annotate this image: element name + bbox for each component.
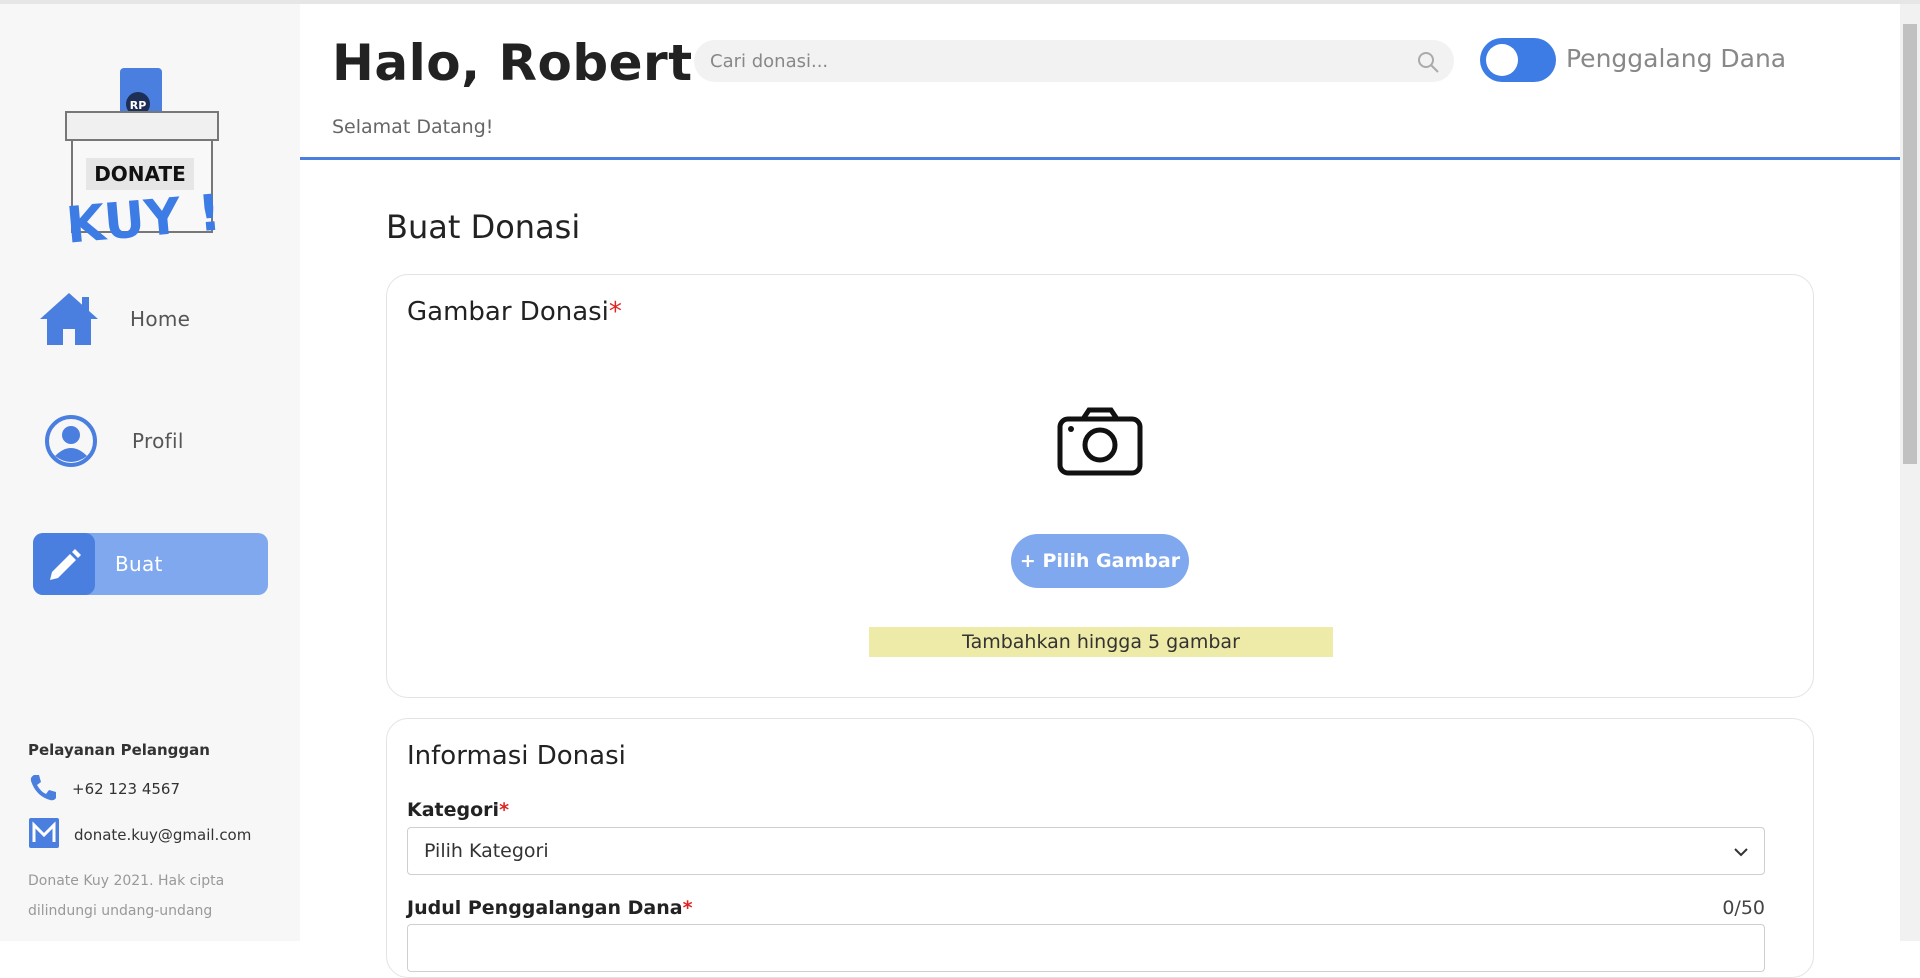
image-card: Gambar Donasi* + Pilih Gambar Tambahkan … — [386, 274, 1814, 698]
image-card-title: Gambar Donasi* — [407, 297, 622, 327]
category-select[interactable]: Pilih Kategori — [407, 827, 1765, 875]
phone-icon — [28, 772, 58, 806]
required-mark: * — [682, 897, 693, 919]
home-icon — [38, 288, 100, 350]
welcome-text: Selamat Datang! — [332, 116, 494, 138]
required-mark: * — [499, 799, 509, 821]
sidebar-item-label: Home — [130, 307, 191, 331]
title-char-counter: 0/50 — [1722, 897, 1765, 919]
fundraiser-title-input[interactable] — [407, 924, 1765, 972]
customer-service-title: Pelayanan Pelanggan — [28, 741, 210, 759]
search-bar — [694, 40, 1454, 82]
sidebar-item-profil[interactable]: Profil — [40, 410, 184, 472]
copyright-text: Donate Kuy 2021. Hak cipta dilindungi un… — [28, 873, 225, 919]
fundraiser-toggle[interactable] — [1480, 38, 1556, 82]
page-title: Buat Donasi — [386, 208, 581, 246]
mail-icon — [28, 817, 60, 853]
scrollbar[interactable] — [1900, 4, 1920, 941]
user-icon — [40, 410, 102, 472]
customer-service-email[interactable]: donate.kuy@gmail.com — [28, 817, 251, 853]
camera-icon[interactable] — [1057, 407, 1143, 481]
toggle-label: Penggalang Dana — [1566, 44, 1787, 73]
category-label: Kategori* — [407, 799, 509, 821]
sidebar: RP DONATE KUY ! Home Profil Buat Pelayan… — [0, 4, 300, 941]
logo-donate-text: DONATE — [94, 162, 186, 186]
search-icon[interactable] — [1416, 50, 1440, 78]
pencil-icon — [33, 533, 95, 595]
phone-number: +62 123 4567 — [72, 780, 180, 798]
coin-text: RP — [130, 99, 147, 112]
chevron-down-icon — [1732, 843, 1750, 865]
email-address: donate.kuy@gmail.com — [74, 826, 252, 844]
search-input[interactable] — [710, 40, 1400, 82]
greeting: Halo, Robert — [332, 34, 693, 92]
info-card: Informasi Donasi Kategori* Pilih Kategor… — [386, 718, 1814, 978]
customer-service-phone[interactable]: +62 123 4567 — [28, 772, 180, 806]
image-limit-hint: Tambahkan hingga 5 gambar — [869, 627, 1333, 657]
sidebar-item-buat[interactable]: Buat — [33, 533, 268, 595]
fundraiser-title-label: Judul Penggalangan Dana* — [407, 897, 693, 919]
sidebar-item-label: Buat — [115, 552, 163, 576]
info-card-title: Informasi Donasi — [407, 741, 626, 771]
header: Halo, Robert Selamat Datang! Penggalang … — [300, 4, 1900, 160]
required-mark: * — [608, 297, 622, 327]
sidebar-item-home[interactable]: Home — [38, 288, 190, 350]
pick-image-button[interactable]: + Pilih Gambar — [1011, 534, 1189, 588]
scrollbar-thumb[interactable] — [1903, 24, 1917, 464]
sidebar-item-label: Profil — [132, 429, 184, 453]
toggle-knob — [1486, 44, 1518, 76]
category-value: Pilih Kategori — [424, 840, 549, 862]
donate-kuy-logo[interactable]: RP DONATE KUY ! — [58, 64, 228, 255]
